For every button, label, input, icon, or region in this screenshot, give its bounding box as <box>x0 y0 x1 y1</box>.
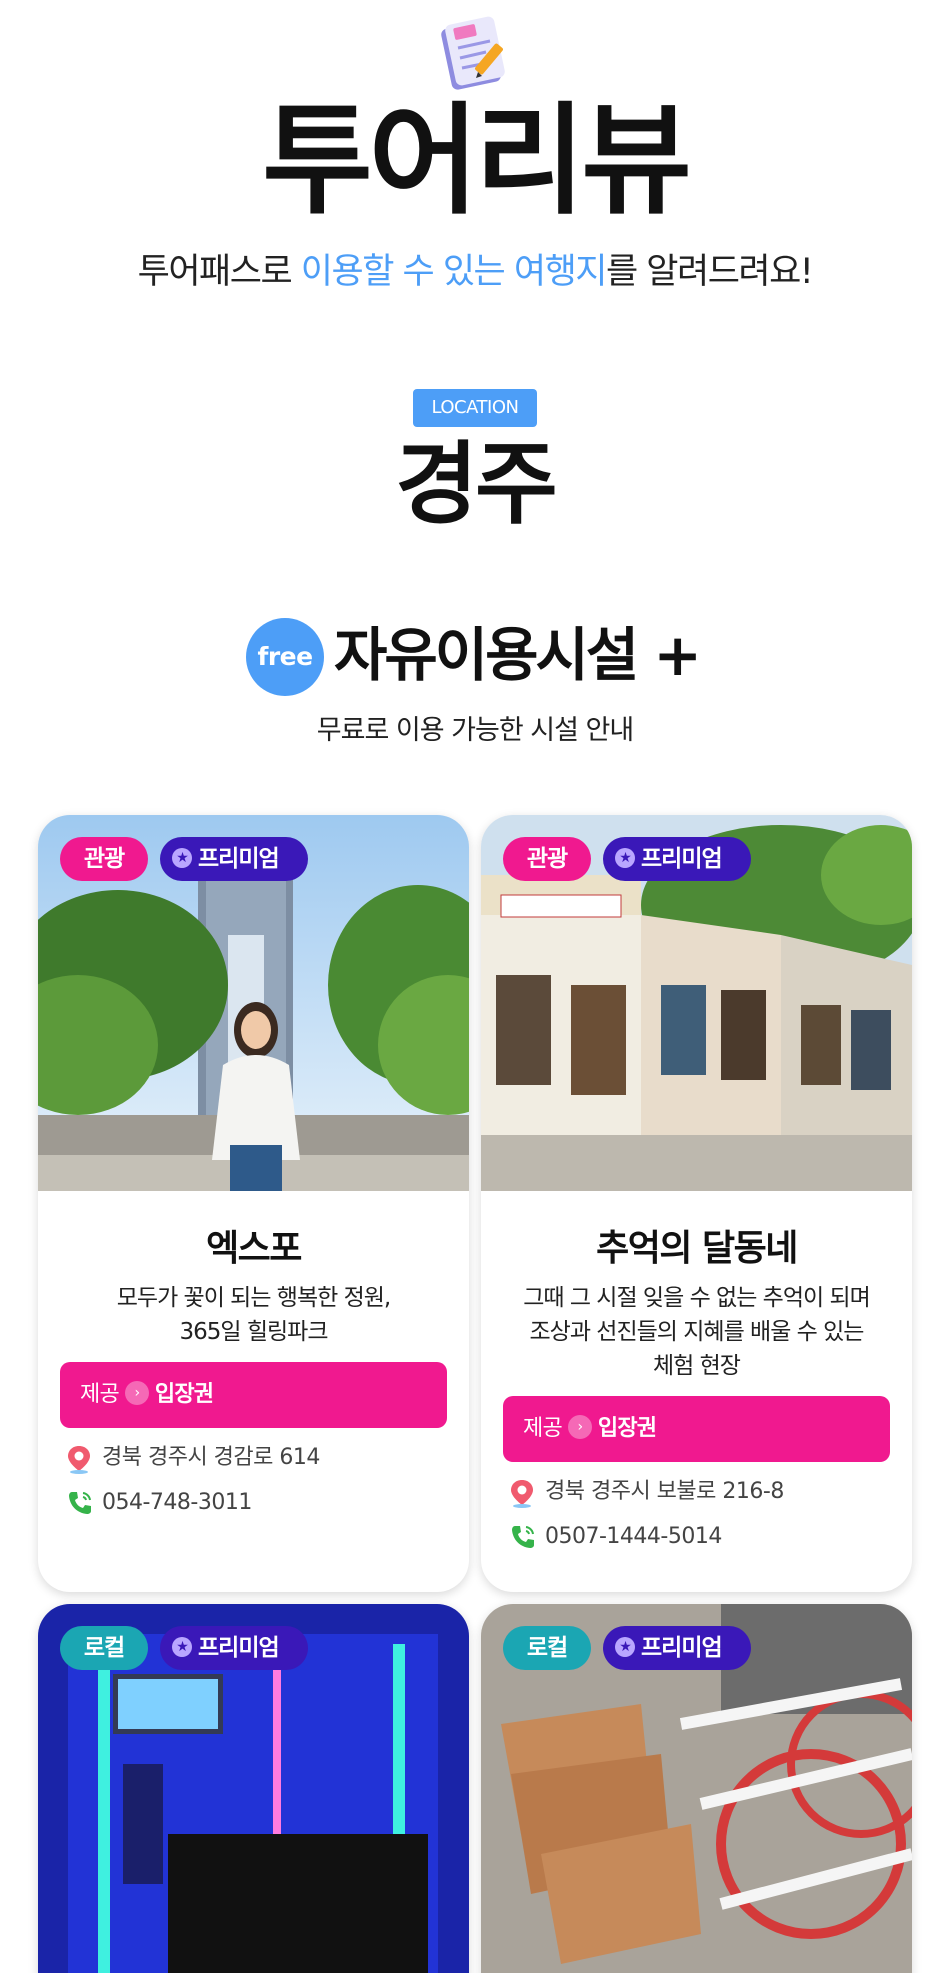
location-pin-icon <box>511 1480 533 1508</box>
premium-label: 프리미엄 <box>198 1635 280 1661</box>
premium-label: 프리미엄 <box>641 1635 723 1661</box>
desc-line: 365일 힐링파크 <box>179 1319 328 1345</box>
star-icon: ★ <box>172 847 192 868</box>
free-badge: free <box>246 618 324 696</box>
page-subtitle: 투어패스로 이용할 수 있는 여행지를 알려드려요! <box>0 243 950 294</box>
page-title: 투어리뷰 <box>262 92 692 231</box>
premium-label: 프리미엄 <box>641 846 723 872</box>
premium-tag: ★ 프리미엄 <box>160 837 308 881</box>
facility-card[interactable]: 관광 ★ 프리미엄 추억의 달동네 그때 그 시절 잊을 수 없는 추억이 되며 … <box>481 815 912 1592</box>
subtitle-post: 를 알려드려요! <box>605 252 814 292</box>
section-subtitle: 무료로 이용 가능한 시설 안내 <box>316 715 634 746</box>
facility-description: 모두가 꽃이 되는 행복한 정원, 365일 힐링파크 <box>58 1281 449 1349</box>
phone-text: 054-748-3011 <box>102 1490 252 1515</box>
arrow-right-icon: › <box>124 1381 149 1405</box>
arrow-right-icon: › <box>567 1415 592 1439</box>
facility-description: 그때 그 시절 잊을 수 없는 추억이 되며 조상과 선진들의 지혜를 배울 수… <box>501 1281 892 1383</box>
star-icon: ★ <box>615 1636 635 1657</box>
desc-line: 조상과 선진들의 지혜를 배울 수 있는 <box>529 1319 865 1345</box>
provide-item: 입장권 <box>154 1382 214 1407</box>
premium-tag: ★ 프리미엄 <box>603 1626 751 1670</box>
memo-pencil-icon <box>432 12 518 98</box>
facility-card[interactable]: 관광 ★ 프리미엄 엑스포 모두가 꽃이 되는 행복한 정원, 365일 힐링파크… <box>38 815 469 1592</box>
facility-name: 추억의 달동네 <box>596 1228 798 1269</box>
subtitle-highlight: 이용할 수 있는 여행지 <box>300 252 608 292</box>
premium-label: 프리미엄 <box>198 846 280 872</box>
subtitle-pre: 투어패스로 <box>137 252 301 292</box>
provide-ticket-bar[interactable]: 제공 › 입장권 <box>503 1396 890 1462</box>
desc-line: 그때 그 시절 잊을 수 없는 추억이 되며 <box>523 1285 871 1311</box>
provide-label: 제공 <box>80 1382 120 1407</box>
facility-photo: 관광 ★ 프리미엄 <box>481 815 912 1191</box>
category-tag: 관광 <box>503 837 591 881</box>
category-tag: 관광 <box>60 837 148 881</box>
section-header: free 자유이용시설 + <box>0 614 950 696</box>
section-title: 자유이용시설 + <box>334 621 702 689</box>
premium-tag: ★ 프리미엄 <box>160 1626 308 1670</box>
provide-label: 제공 <box>523 1416 563 1441</box>
location-badge: LOCATION <box>413 389 537 427</box>
desc-line: 체험 현장 <box>653 1353 741 1379</box>
facility-photo: 로컬 ★ 프리미엄 <box>38 1604 469 1973</box>
page: 투어리뷰 투어패스로 이용할 수 있는 여행지를 알려드려요! LOCATION… <box>0 0 950 1973</box>
phone-icon <box>512 1526 534 1548</box>
phone-text: 0507-1444-5014 <box>545 1524 722 1549</box>
star-icon: ★ <box>172 1636 192 1657</box>
category-tag: 로컬 <box>503 1626 591 1670</box>
facility-photo: 로컬 ★ 프리미엄 <box>481 1604 912 1973</box>
provide-item: 입장권 <box>597 1416 657 1441</box>
city-title: 경주 <box>395 432 558 537</box>
category-tag: 로컬 <box>60 1626 148 1670</box>
premium-tag: ★ 프리미엄 <box>603 837 751 881</box>
facility-card[interactable]: 로컬 ★ 프리미엄 <box>38 1604 469 1973</box>
facility-card[interactable]: 로컬 ★ 프리미엄 <box>481 1604 912 1973</box>
address-text: 경북 경주시 보불로 216-8 <box>545 1479 784 1504</box>
facility-name: 엑스포 <box>206 1228 302 1269</box>
location-pin-icon <box>68 1446 90 1474</box>
desc-line: 모두가 꽃이 되는 행복한 정원, <box>116 1285 391 1311</box>
phone-icon <box>69 1492 91 1514</box>
address-text: 경북 경주시 경감로 614 <box>102 1445 320 1470</box>
provide-ticket-bar[interactable]: 제공 › 입장권 <box>60 1362 447 1428</box>
facility-photo: 관광 ★ 프리미엄 <box>38 815 469 1191</box>
star-icon: ★ <box>615 847 635 868</box>
